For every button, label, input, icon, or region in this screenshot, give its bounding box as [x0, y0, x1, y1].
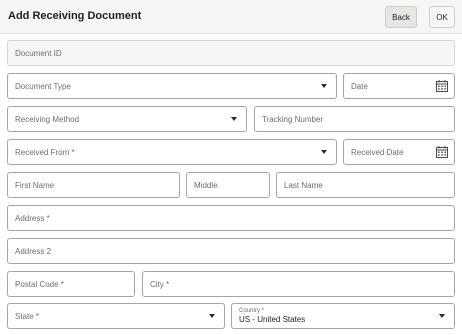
- country-label: Country *: [239, 308, 265, 314]
- page-title: Add Receiving Document: [8, 10, 142, 22]
- chevron-down-icon: [321, 84, 327, 88]
- last-name-label: Last Name: [284, 180, 323, 190]
- receiving-method-label: Receiving Method: [15, 114, 80, 124]
- first-name-label: First Name: [15, 180, 55, 190]
- country-select[interactable]: Country * US - United States: [231, 303, 455, 329]
- last-name-field[interactable]: Last Name: [276, 172, 455, 198]
- document-type-select[interactable]: Document Type: [7, 73, 337, 99]
- address2-field[interactable]: Address 2: [7, 238, 455, 264]
- date-label: Date: [351, 81, 368, 91]
- ok-button[interactable]: OK: [429, 6, 455, 28]
- address2-label: Address 2: [15, 246, 52, 256]
- chevron-down-icon: [439, 314, 445, 318]
- state-select[interactable]: State *: [7, 303, 225, 329]
- chevron-down-icon: [321, 150, 327, 154]
- received-date-label: Received Date: [351, 147, 404, 157]
- form-area: Document ID Document Type Date Receiving…: [0, 34, 462, 335]
- received-from-select[interactable]: Received From *: [7, 139, 337, 165]
- document-type-label: Document Type: [15, 81, 71, 91]
- address-field[interactable]: Address *: [7, 205, 455, 231]
- received-from-label: Received From *: [15, 147, 75, 157]
- postal-code-label: Postal Code *: [15, 279, 64, 289]
- chevron-down-icon: [231, 117, 237, 121]
- back-button[interactable]: Back: [385, 6, 417, 28]
- postal-code-field[interactable]: Postal Code *: [7, 271, 135, 297]
- city-label: City *: [150, 279, 170, 289]
- city-field[interactable]: City *: [142, 271, 455, 297]
- calendar-icon[interactable]: [436, 80, 448, 92]
- tracking-number-label: Tracking Number: [262, 114, 324, 124]
- tracking-number-field[interactable]: Tracking Number: [254, 106, 455, 132]
- calendar-icon[interactable]: [436, 146, 448, 158]
- date-field[interactable]: Date: [343, 73, 455, 99]
- first-name-field[interactable]: First Name: [7, 172, 180, 198]
- receiving-method-select[interactable]: Receiving Method: [7, 106, 247, 132]
- document-id-label: Document ID: [15, 48, 62, 58]
- country-value: US - United States: [239, 315, 306, 324]
- chevron-down-icon: [209, 314, 215, 318]
- page-header: Add Receiving Document Back OK: [0, 0, 462, 34]
- middle-name-field[interactable]: Middle: [186, 172, 270, 198]
- address-label: Address *: [15, 213, 50, 223]
- document-id-field[interactable]: Document ID: [7, 40, 455, 66]
- received-date-field[interactable]: Received Date: [343, 139, 455, 165]
- middle-name-label: Middle: [194, 180, 218, 190]
- state-label: State *: [15, 311, 40, 321]
